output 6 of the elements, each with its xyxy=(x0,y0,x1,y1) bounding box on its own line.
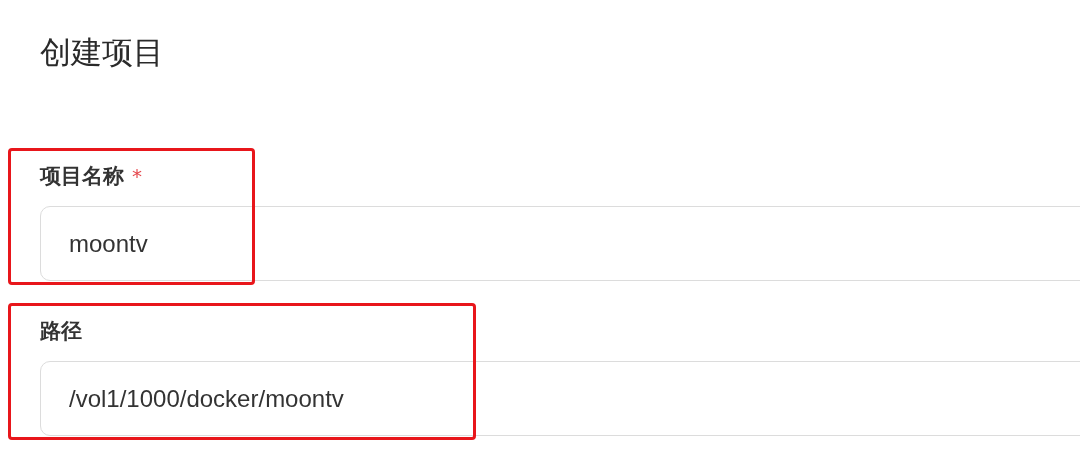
input-field[interactable]: /vol1/1000/docker/moontv xyxy=(40,361,1080,436)
field-label: 路径 xyxy=(40,318,82,345)
input-field[interactable]: moontv xyxy=(40,206,1080,281)
required-mark: * xyxy=(132,164,142,188)
field-label: 项目名称 xyxy=(40,163,124,190)
page-title: 创建项目 xyxy=(40,33,165,72)
